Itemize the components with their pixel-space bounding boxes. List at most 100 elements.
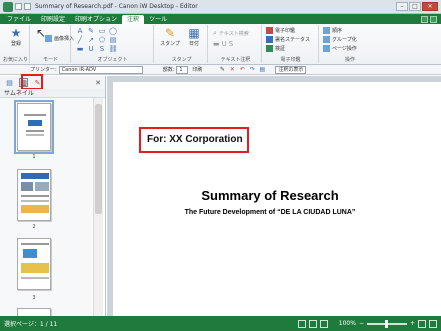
ribbon-group-text-annotation: ⌕ テキスト検索 ▬ U S テキスト注釈 [210, 25, 262, 63]
order-label: 順序 [332, 28, 343, 34]
ribbon-group-favorites: ★ 登録 お気に入り [2, 25, 30, 63]
text-icon[interactable]: A [76, 27, 84, 35]
copies-label: 部数: [162, 67, 175, 73]
ribbon: ★ 登録 お気に入り ↖ 画像挿入 モード A ✎ ▭ ◯ ╱ ↗ ⬠ ▤ ▬ … [0, 24, 441, 65]
thumbnail-page-number: 1 [32, 154, 36, 160]
thumbnail-panel: サムネイル 1 2 3 [0, 89, 106, 320]
stamp-icon: ✎ [164, 26, 176, 40]
recipient-text-box[interactable]: For: XX Corporation [139, 127, 249, 153]
text-strike-icon[interactable]: S [229, 40, 233, 48]
maximize-button[interactable]: □ [409, 2, 421, 11]
close-button[interactable]: ✕ [422, 2, 438, 11]
ribbon-group-mode: ↖ 画像挿入 モード [31, 25, 74, 63]
copies-input[interactable]: 1 [176, 65, 189, 74]
edit-icon[interactable]: ▤ [258, 66, 266, 73]
group-label-mode: モード [42, 57, 58, 63]
note-icon[interactable]: ▤ [109, 36, 117, 44]
group-label-e-signature: 電子印鑑 [280, 57, 301, 63]
redo-icon[interactable]: ↷ [248, 66, 256, 73]
date-button[interactable]: ▦ 日付 [183, 26, 205, 47]
page-operation-label: ページ操作 [332, 46, 357, 52]
arrow-icon[interactable]: ↗ [87, 36, 95, 44]
printer-select[interactable]: Canon iR-ADV [58, 65, 143, 74]
fit-page-icon[interactable] [418, 319, 426, 328]
thumbnail-page-1[interactable] [14, 100, 54, 154]
bookmark-tab-icon[interactable]: ▤ [5, 78, 14, 87]
zoom-out-icon[interactable]: − [359, 320, 364, 327]
group-button[interactable]: グループ化 [323, 36, 357, 43]
order-icon [323, 27, 330, 34]
property-bar: プリンター: Canon iR-ADV 部数: 1 印刷 ✎ ✕ ↶ ↷ ▤ 注… [0, 65, 441, 75]
register-favorite-button[interactable]: ★ 登録 [4, 26, 28, 47]
signature-status-label: 署名ステータス [275, 37, 311, 43]
thumbnail-panel-header: サムネイル [0, 89, 105, 98]
highlight-rectangle-thumbnail-tab [21, 74, 43, 90]
zoom-slider-knob[interactable] [384, 319, 388, 328]
group-label-objects: オブジェクト [97, 57, 128, 63]
undo-icon[interactable]: ↶ [238, 66, 246, 73]
tab-tools[interactable]: ツール [144, 15, 172, 24]
tab-file[interactable]: ファイル [2, 15, 36, 24]
scrollbar-thumb[interactable] [95, 104, 102, 214]
show-annotations-toggle[interactable]: 注釈の表示 [275, 65, 307, 74]
group-label-operations: 操作 [344, 57, 355, 63]
page-operation-icon [323, 45, 330, 52]
underline-icon[interactable]: U [87, 45, 95, 53]
star-icon: ★ [10, 26, 22, 40]
stamp-button[interactable]: ✎ スタンプ [158, 26, 182, 47]
thumbnail-scrollbar[interactable] [93, 98, 103, 316]
link-icon[interactable]: ⛓ [109, 45, 118, 53]
order-button[interactable]: 順序 [323, 27, 342, 34]
close-panel-icon[interactable]: ✕ [95, 79, 101, 87]
date-icon: ▦ [188, 26, 200, 40]
facing-view-icon[interactable] [319, 319, 328, 328]
status-bar: 選択ページ：1 / 11 100% − + [0, 316, 441, 331]
undo-icon[interactable] [24, 3, 31, 10]
verify-label: 検証 [275, 46, 286, 52]
text-underline-icon[interactable]: U [222, 40, 227, 48]
continuous-view-icon[interactable] [308, 319, 317, 328]
text-highlight-icon[interactable]: ▬ [213, 40, 220, 48]
pen-icon[interactable]: ✎ [87, 27, 95, 35]
help-icon[interactable] [421, 16, 428, 23]
thumbnail-page-2[interactable] [17, 169, 51, 221]
navigation-tabs: ▤ ▥ ✎ ✕ [0, 76, 106, 89]
fit-width-icon[interactable] [429, 319, 437, 328]
ellipse-icon[interactable]: ◯ [109, 27, 117, 35]
zoom-slider[interactable] [366, 319, 407, 328]
thumbnail-list: 1 2 3 [0, 98, 92, 320]
printer-label: プリンター: [30, 67, 57, 73]
shape-gallery: A ✎ ▭ ◯ ╱ ↗ ⬠ ▤ ▬ U S ⛓ [76, 27, 118, 53]
tab-print-settings[interactable]: 印刷設定 [36, 15, 70, 24]
thumbnail-page-number: 2 [32, 224, 36, 230]
text-search-button[interactable]: ⌕ テキスト検索 [213, 29, 249, 38]
delete-icon[interactable]: ✕ [228, 66, 236, 73]
signature-status-button[interactable]: 署名ステータス [266, 36, 310, 43]
minimize-button[interactable]: – [396, 2, 408, 11]
ribbon-collapse-icon[interactable] [430, 16, 437, 23]
highlight-icon[interactable]: ▬ [76, 45, 84, 53]
document-title: Summary of Research [201, 188, 339, 203]
page-info: 選択ページ：1 / 11 [4, 321, 58, 328]
tab-print-options[interactable]: 印刷オプション [70, 15, 122, 24]
duplex-label[interactable]: 印刷 [192, 66, 202, 73]
verify-button[interactable]: 検証 [266, 45, 285, 52]
register-label: 登録 [10, 41, 21, 47]
rectangle-icon[interactable]: ▭ [98, 27, 106, 35]
group-label-stamp: スタンプ [171, 57, 192, 63]
tab-annotation[interactable]: 注釈 [122, 15, 145, 24]
annotation-stamp-icon[interactable]: ✎ [218, 66, 226, 73]
group-label: グループ化 [332, 37, 357, 43]
line-icon[interactable]: ╱ [76, 36, 84, 44]
page-operation-button[interactable]: ページ操作 [323, 45, 357, 52]
image-insert-button[interactable]: 画像挿入 [45, 35, 74, 42]
e-seal-button[interactable]: 電子印鑑 [266, 27, 295, 34]
thumbnail-page-3[interactable] [17, 238, 51, 290]
polygon-icon[interactable]: ⬠ [98, 36, 106, 44]
zoom-in-icon[interactable]: + [410, 320, 415, 327]
text-annotation-tools: ▬ U S [213, 40, 233, 48]
text-search-label: テキスト検索 [218, 31, 249, 37]
strikethrough-icon[interactable]: S [98, 45, 106, 53]
save-icon[interactable] [15, 3, 22, 10]
single-page-view-icon[interactable] [297, 319, 306, 328]
